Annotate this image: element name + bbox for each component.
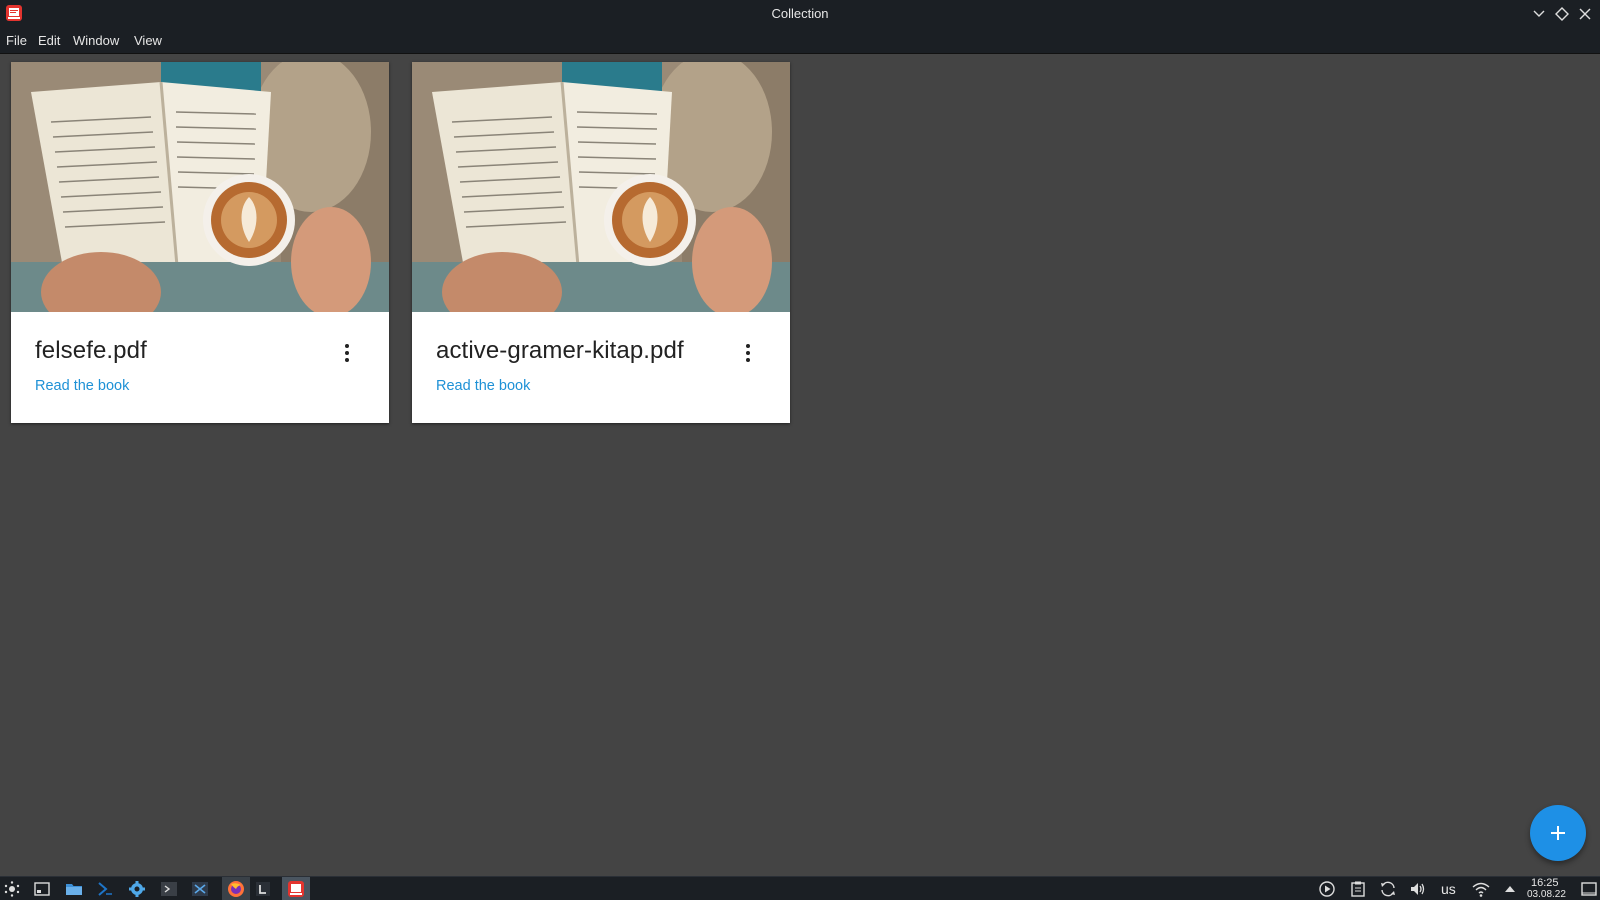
sync-icon[interactable] bbox=[1379, 880, 1397, 898]
volume-icon[interactable] bbox=[1409, 880, 1427, 898]
app-launcher-icon[interactable] bbox=[3, 880, 21, 898]
minimize-icon[interactable] bbox=[1531, 6, 1547, 22]
menu-file[interactable]: File bbox=[6, 33, 27, 48]
folder-icon[interactable] bbox=[65, 880, 83, 898]
firefox-icon[interactable] bbox=[227, 880, 245, 898]
editor-icon[interactable] bbox=[191, 880, 209, 898]
media-play-icon[interactable] bbox=[1318, 880, 1336, 898]
window-title: Collection bbox=[771, 6, 829, 21]
title-bar: Collection bbox=[0, 0, 1600, 28]
keyboard-layout-indicator[interactable]: us bbox=[1441, 881, 1456, 897]
book-card[interactable]: active-gramer-kitap.pdf Read the book bbox=[412, 62, 790, 423]
show-desktop-icon[interactable] bbox=[1580, 880, 1598, 898]
console-icon[interactable] bbox=[160, 880, 178, 898]
settings-gear-icon[interactable] bbox=[128, 880, 146, 898]
menu-view[interactable]: View bbox=[134, 33, 162, 48]
more-vert-icon[interactable] bbox=[341, 342, 353, 366]
read-book-link[interactable]: Read the book bbox=[35, 378, 129, 394]
book-title: active-gramer-kitap.pdf bbox=[436, 337, 684, 364]
book-cover-image bbox=[412, 62, 790, 312]
taskbar: us 16:25 03.08.22 bbox=[0, 876, 1600, 900]
book-reader-app-icon[interactable] bbox=[287, 880, 305, 898]
clock-date[interactable]: 03.08.22 bbox=[1527, 889, 1566, 900]
more-vert-icon[interactable] bbox=[742, 342, 754, 366]
chevron-up-icon[interactable] bbox=[1501, 880, 1519, 898]
clock-time[interactable]: 16:25 bbox=[1531, 877, 1559, 889]
close-icon[interactable] bbox=[1577, 6, 1593, 22]
add-book-button[interactable] bbox=[1530, 805, 1586, 861]
read-book-link[interactable]: Read the book bbox=[436, 378, 530, 394]
wifi-icon[interactable] bbox=[1472, 880, 1490, 898]
desktop-icon[interactable] bbox=[33, 880, 51, 898]
maximize-icon[interactable] bbox=[1554, 6, 1570, 22]
menu-window[interactable]: Window bbox=[73, 33, 119, 48]
book-cover-image bbox=[11, 62, 389, 312]
book-card[interactable]: felsefe.pdf Read the book bbox=[11, 62, 389, 423]
notes-icon[interactable] bbox=[254, 880, 272, 898]
menu-edit[interactable]: Edit bbox=[38, 33, 60, 48]
terminal-prompt-icon[interactable] bbox=[96, 880, 114, 898]
clipboard-icon[interactable] bbox=[1349, 880, 1367, 898]
menu-bar: File Edit Window View bbox=[0, 28, 1600, 54]
book-title: felsefe.pdf bbox=[35, 337, 147, 364]
